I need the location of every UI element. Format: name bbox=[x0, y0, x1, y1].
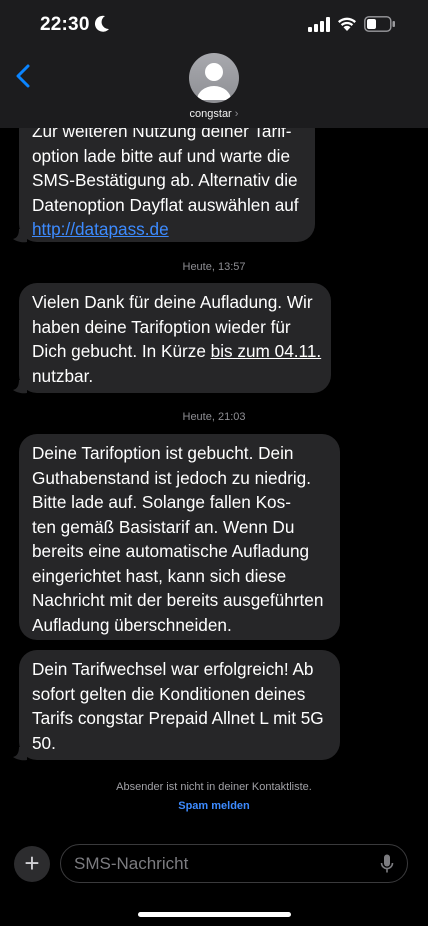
message-line: 50. bbox=[32, 732, 56, 753]
message-bubble[interactable]: Vielen Dank für deine Aufladung. Wir hab… bbox=[19, 283, 331, 393]
message-line: Datenoption Dayflat auswählen auf bbox=[32, 194, 299, 215]
message-bubble[interactable]: Dein Tarifwechsel war erfolgreich! Ab so… bbox=[19, 650, 340, 760]
message-line: Vielen Dank für deine Aufladung. Wir bbox=[32, 292, 313, 312]
message-text: Dich gebucht. In Kürze bbox=[32, 341, 211, 361]
message-line: sofort gelten die Konditionen deines bbox=[32, 683, 306, 704]
datapass-link[interactable]: http://datapass.de bbox=[32, 217, 302, 242]
bubble-tail bbox=[13, 229, 27, 243]
message-line: option lade bitte auf und warte die bbox=[32, 145, 290, 166]
message-line: Tarifs congstar Prepaid Allnet L mit 5G bbox=[32, 708, 324, 728]
contact-name[interactable]: congstar › bbox=[0, 108, 428, 120]
back-chevron-icon[interactable] bbox=[14, 64, 32, 88]
message-line: haben deine Tarifoption wieder für bbox=[32, 316, 291, 337]
message-line: Deine Tarifoption ist gebucht. Dein bbox=[32, 443, 294, 463]
message-line: Dein Tarifwechsel war erfolgreich! Ab bbox=[32, 659, 314, 679]
message-bubble[interactable]: Deine Tarifoption ist gebucht. Dein Guth… bbox=[19, 434, 340, 640]
message-line: ten gemäß Basistarif an. Wenn Du bbox=[32, 516, 295, 537]
person-silhouette-icon bbox=[197, 63, 231, 100]
message-line: SMS-Bestätigung ab. Alternativ die bbox=[32, 170, 298, 190]
contact-name-label: congstar bbox=[189, 108, 232, 120]
unknown-sender-notice: Absender ist nicht in deiner Kontaktlist… bbox=[116, 781, 312, 793]
plus-icon: + bbox=[24, 848, 40, 878]
message-line: eingerichtet hast, kann sich diese bbox=[32, 565, 287, 586]
message-line: nutzbar. bbox=[32, 365, 94, 386]
status-bar: 22:30 bbox=[0, 0, 428, 50]
timestamp: Heute, 13:57 bbox=[182, 261, 246, 273]
chevron-right-icon: › bbox=[234, 108, 239, 120]
microphone-icon[interactable] bbox=[380, 854, 394, 874]
message-line: Bitte lade auf. Solange fallen Kos- bbox=[32, 492, 291, 512]
message-line: Aufladung überschneiden. bbox=[32, 614, 232, 635]
wifi-icon bbox=[338, 17, 356, 31]
timestamp: Heute, 21:03 bbox=[182, 411, 246, 423]
message-line: Guthabenstand ist jedoch zu niedrig. bbox=[32, 467, 312, 488]
home-indicator[interactable] bbox=[138, 912, 291, 917]
message-line: Nachricht mit der bereits ausgeführten bbox=[32, 590, 324, 610]
date-detected-link[interactable]: bis zum 04.11. bbox=[211, 341, 322, 361]
message-line: Dich gebucht. In Kürze bis zum 04.11. bbox=[32, 339, 321, 364]
message-line: bereits eine automatische Aufladung bbox=[32, 541, 310, 561]
apps-plus-button[interactable]: + bbox=[14, 846, 50, 882]
message-input[interactable]: SMS-Nachricht bbox=[60, 844, 408, 883]
bubble-tail bbox=[13, 380, 27, 394]
status-time: 22:30 bbox=[40, 14, 90, 35]
report-spam-link[interactable]: Spam melden bbox=[0, 800, 428, 812]
moon-icon bbox=[94, 15, 109, 32]
bubble-tail bbox=[13, 747, 27, 761]
message-bubble[interactable]: Zur weiteren Nutzung deiner Tarif- optio… bbox=[19, 128, 315, 242]
message-input-placeholder: SMS-Nachricht bbox=[74, 854, 189, 873]
contact-avatar[interactable] bbox=[189, 53, 239, 103]
battery-icon bbox=[364, 16, 395, 32]
cellular-signal-icon bbox=[308, 17, 330, 32]
